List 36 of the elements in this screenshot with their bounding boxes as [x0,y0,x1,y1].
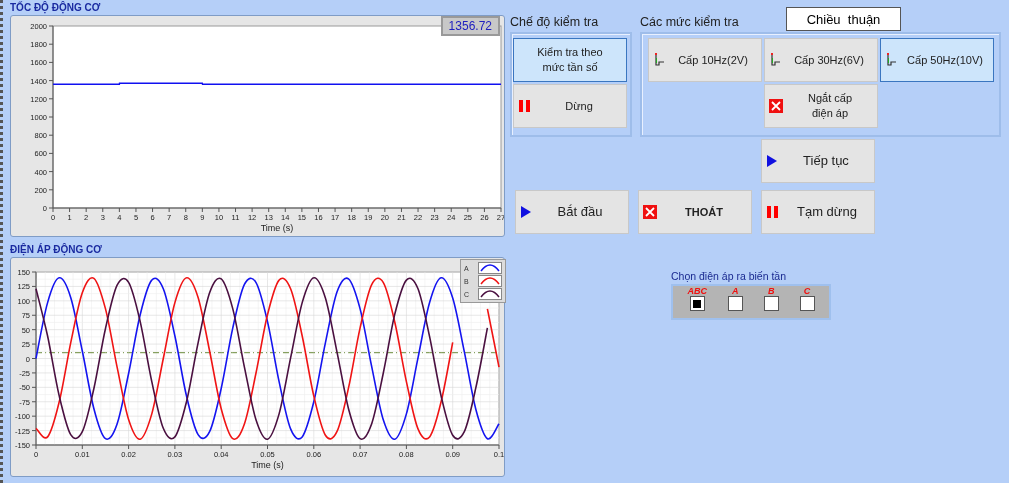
step-signal-icon [885,53,897,67]
step-signal-icon [653,53,665,67]
group-label: Chế độ kiểm tra [510,15,599,31]
group-label: Các mức kiểm tra [640,15,739,31]
value-readout: 1356.72 [440,16,500,36]
option-label: A [732,286,739,296]
axis-label: Time (s) [251,460,284,470]
pause-icon [518,99,532,113]
option-label: B [767,286,775,296]
command-button[interactable]: Ngắt cấp điện áp [764,84,878,128]
option-label: ABC [687,286,707,296]
command-button[interactable]: Tiếp tục [761,139,875,183]
command-button[interactable]: Bắt đầu [515,190,629,234]
command-button[interactable]: THOÁT [638,190,752,234]
command-button[interactable]: Cấp 30Hz(6V) [764,38,878,82]
checkbox[interactable] [727,296,743,311]
axis-label: Time (s) [260,223,294,233]
checkbox[interactable] [689,296,705,311]
play-icon [766,154,778,168]
command-button[interactable]: Cấp 10Hz(2V) [648,38,762,82]
command-button[interactable]: Kiểm tra theo mức tần số [513,38,627,82]
selector-label: Chọn điện áp ra biến tần [671,270,787,282]
close-icon [769,99,783,113]
direction-indicator: Chiều thuận [786,7,901,31]
checkbox[interactable] [799,296,815,311]
option-label: C [803,286,811,296]
step-signal-icon [769,53,781,67]
pause-icon [766,205,780,219]
command-button[interactable]: Tạm dừng [761,190,875,234]
command-button[interactable]: Cấp 50Hz(10V) [880,38,994,82]
play-icon [520,205,532,219]
command-button[interactable]: Dừng [513,84,627,128]
checkbox[interactable] [763,296,779,311]
panel-title: TỐC ĐỘ ĐỘNG CƠ [10,2,102,14]
close-icon [643,205,657,219]
panel-title: ĐIỆN ÁP ĐỘNG CƠ [10,244,103,256]
